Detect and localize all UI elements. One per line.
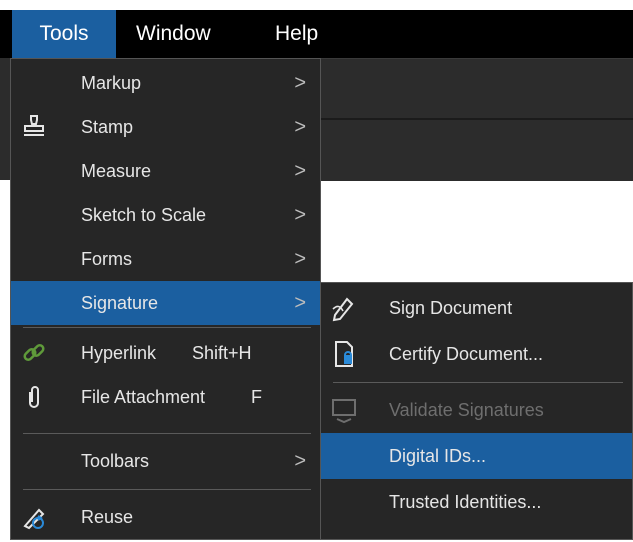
menu-item-markup[interactable]: Markup > — [11, 61, 320, 105]
menu-item-label: Stamp — [81, 117, 134, 137]
menu-separator — [23, 327, 311, 328]
menu-item-label: Markup — [81, 73, 142, 93]
menu-item-label: Toolbars — [81, 451, 150, 471]
menu-help[interactable]: Help — [275, 10, 335, 58]
submenu-item-trusted-identities[interactable]: Trusted Identities... — [321, 479, 632, 525]
submenu-item-validate-signatures: Validate Signatures — [321, 387, 632, 433]
menu-bar: Tools Window Help — [0, 10, 633, 58]
submenu-separator — [333, 382, 623, 383]
submenu-item-label: Validate Signatures — [389, 400, 544, 420]
submenu-item-label: Trusted Identities... — [389, 492, 542, 512]
menu-separator — [23, 433, 311, 434]
certify-document-icon — [335, 341, 353, 367]
menu-item-label: Forms — [81, 249, 132, 269]
tools-dropdown-menu: Markup > Stamp > Measure > Sketch to Sca… — [10, 58, 321, 540]
menu-item-label: Sketch to Scale — [81, 205, 207, 225]
menu-item-shortcut: F — [251, 387, 262, 407]
menu-item-label: File Attachment — [81, 387, 206, 407]
menu-window[interactable]: Window — [136, 10, 236, 58]
hyperlink-icon — [23, 343, 45, 362]
menu-item-label: Reuse — [81, 507, 134, 527]
chevron-right-icon: > — [294, 248, 306, 270]
menu-item-label: Measure — [81, 161, 152, 181]
toolbar-divider — [320, 118, 633, 120]
chevron-right-icon: > — [294, 292, 306, 314]
submenu-item-label: Sign Document — [389, 298, 513, 318]
validate-signatures-icon — [332, 399, 356, 424]
menu-item-measure[interactable]: Measure > — [11, 149, 320, 193]
paperclip-icon — [29, 386, 39, 408]
menu-item-forms[interactable]: Forms > — [11, 237, 320, 281]
menu-item-file-attachment[interactable]: File Attachment F — [11, 375, 320, 419]
chevron-right-icon: > — [294, 116, 306, 138]
menu-item-shortcut: Shift+H — [192, 343, 252, 363]
reuse-icon — [23, 508, 45, 530]
stamp-icon — [24, 115, 44, 136]
chevron-right-icon: > — [294, 204, 306, 226]
chevron-right-icon: > — [294, 450, 306, 472]
menu-item-reuse[interactable]: Reuse — [11, 495, 320, 539]
menu-item-signature[interactable]: Signature > — [11, 281, 320, 325]
chevron-right-icon: > — [294, 72, 306, 94]
menu-item-hyperlink[interactable]: Hyperlink Shift+H — [11, 331, 320, 375]
submenu-item-label: Digital IDs... — [389, 446, 487, 466]
window-top-edge — [0, 0, 633, 10]
submenu-item-sign-document[interactable]: Sign Document — [321, 285, 632, 331]
menu-separator — [23, 489, 311, 490]
menu-item-label: Hyperlink — [81, 343, 157, 363]
app-toolbar-area — [0, 58, 10, 180]
menu-item-toolbars[interactable]: Toolbars > — [11, 439, 320, 483]
chevron-right-icon: > — [294, 160, 306, 182]
signature-submenu: Sign Document Certify Document... Valida… — [320, 282, 633, 540]
menu-item-label: Signature — [81, 293, 159, 313]
menu-item-sketch-to-scale[interactable]: Sketch to Scale > — [11, 193, 320, 237]
submenu-item-label: Certify Document... — [389, 344, 544, 364]
menu-item-stamp[interactable]: Stamp > — [11, 105, 320, 149]
submenu-item-digital-ids[interactable]: Digital IDs... — [321, 433, 632, 479]
menu-tools[interactable]: Tools — [12, 10, 116, 58]
submenu-item-certify-document[interactable]: Certify Document... — [321, 331, 632, 377]
sign-pen-icon — [332, 297, 354, 322]
